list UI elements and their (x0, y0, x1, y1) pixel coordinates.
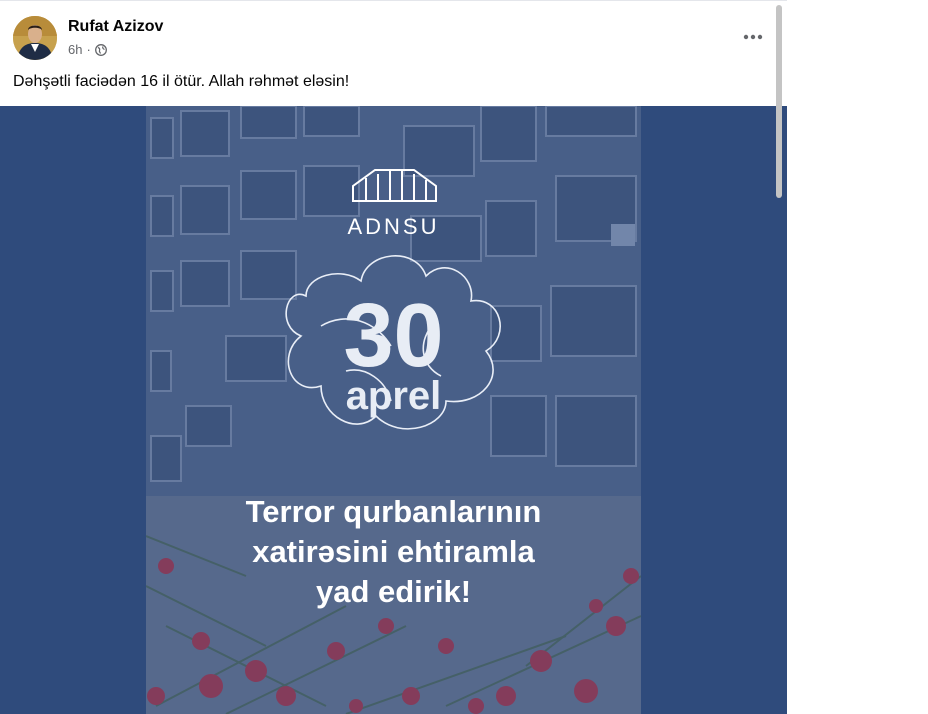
post-meta: 6h · (68, 42, 107, 57)
avatar-photo (13, 16, 57, 60)
post-image: ADNSU 30 aprel Terror qurbanlarının xati… (146, 106, 641, 714)
scrollbar-thumb[interactable] (776, 5, 782, 198)
more-horizontal-icon (743, 34, 763, 40)
post-image-frame[interactable]: ADNSU 30 aprel Terror qurbanlarının xati… (0, 106, 787, 714)
post-header: Rufat Azizov 6h · Dəhşətli faciədən 16 i… (0, 1, 787, 106)
author-avatar[interactable] (13, 16, 57, 60)
scrollbar[interactable] (774, 3, 784, 709)
message-line-2: xatirəsini ehtiramla (252, 534, 535, 569)
post-caption: Dəhşətli faciədən 16 il ötür. Allah rəhm… (13, 73, 350, 90)
logo-text: ADNSU (347, 214, 440, 239)
more-options-button[interactable] (740, 25, 766, 49)
meta-separator: · (86, 42, 91, 57)
memorial-message: Terror qurbanlarının xatirəsini ehtiraml… (146, 492, 641, 612)
facebook-post: Rufat Azizov 6h · Dəhşətli faciədən 16 i… (0, 0, 787, 714)
post-time[interactable]: 6h (68, 42, 82, 57)
date-month: aprel (345, 374, 442, 418)
globe-icon[interactable] (94, 43, 107, 56)
author-name[interactable]: Rufat Azizov (68, 18, 163, 36)
date-number: 30 (343, 286, 444, 386)
message-line-1: Terror qurbanlarının (245, 494, 542, 529)
message-line-3: yad edirik! (315, 574, 472, 609)
